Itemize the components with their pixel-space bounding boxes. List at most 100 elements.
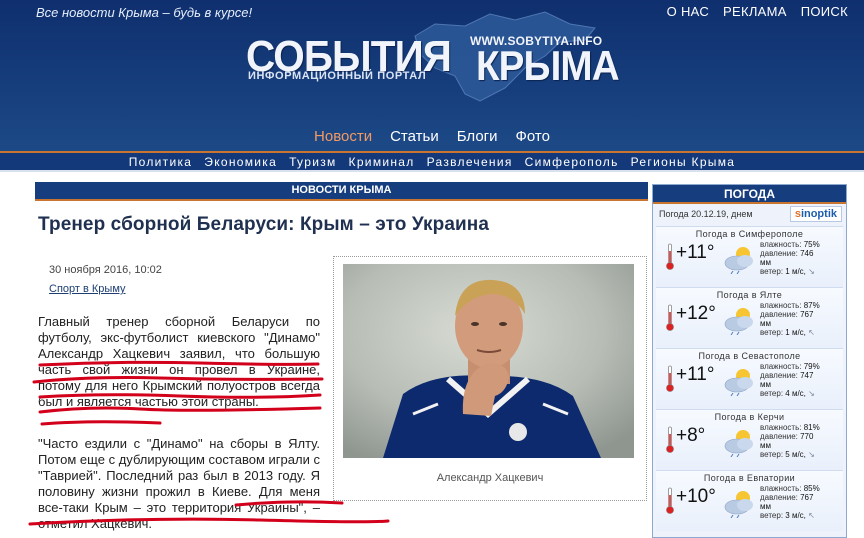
wind-direction-icon: ↖ — [808, 328, 815, 337]
category-regions[interactable]: Регионы Крыма — [631, 155, 736, 169]
main-nav-blogs[interactable]: Блоги — [457, 128, 498, 152]
pressure-value: 770 — [800, 432, 814, 441]
pressure-unit: мм — [760, 319, 771, 328]
pressure-value: 747 — [800, 371, 814, 380]
weather-temperature: +12° — [676, 303, 716, 324]
pressure-label: давление: — [760, 310, 798, 319]
weather-date: Погода 20.12.19, днем sinoptik — [653, 204, 846, 226]
article-paragraph-1: Главный тренер сборной Беларуси по футбо… — [38, 314, 320, 409]
weather-temperature: +10° — [676, 486, 716, 507]
category-nav: Политика Экономика Туризм Криминал Развл… — [0, 153, 864, 170]
weather-temperature: +11° — [676, 364, 715, 385]
wind-value: 1 м/с, — [785, 328, 806, 337]
cloudy-sun-icon — [724, 369, 753, 396]
weather-temperature: +8° — [676, 425, 706, 446]
weather-city-card[interactable]: Погода в Севастополе +11° влажность: 79%… — [656, 348, 843, 409]
weather-city-name: Погода в Ялте — [716, 290, 783, 300]
logo-subtitle: ИНФОРМАЦИОННЫЙ ПОРТАЛ — [248, 70, 427, 82]
weather-city-name: Погода в Севастополе — [698, 351, 801, 361]
wind-direction-icon: ↘ — [808, 267, 815, 276]
site-slogan: Все новости Крыма – будь в курсе! — [36, 5, 253, 20]
pressure-label: давление: — [760, 432, 798, 441]
thermometer-icon — [666, 426, 674, 453]
weather-city-name: Погода в Керчи — [714, 412, 785, 422]
humidity-value: 81% — [803, 423, 820, 432]
thermometer-icon — [666, 243, 674, 270]
pressure-value: 746 — [800, 249, 814, 258]
cloudy-sun-icon — [724, 430, 753, 457]
weather-details: влажность: 81% давление: 770 мм ветер: 5… — [760, 423, 820, 459]
thermometer-icon — [666, 304, 674, 331]
category-crime[interactable]: Криминал — [349, 155, 415, 169]
wind-direction-icon: ↘ — [808, 450, 815, 459]
weather-date-text: Погода 20.12.19, днем — [659, 209, 753, 219]
category-economy[interactable]: Экономика — [204, 155, 277, 169]
cloudy-sun-icon — [724, 491, 753, 518]
section-title[interactable]: НОВОСТИ КРЫМА — [35, 182, 648, 201]
article-photo[interactable] — [343, 264, 634, 458]
cloudy-sun-icon — [724, 308, 753, 335]
humidity-label: влажность: — [760, 301, 802, 310]
wind-value: 3 м/с, — [785, 511, 806, 520]
weather-details: влажность: 75% давление: 746 мм ветер: 1… — [760, 240, 820, 276]
weather-widget: ПОГОДА Погода 20.12.19, днем sinoptik По… — [652, 184, 847, 538]
pressure-value: 767 — [800, 493, 814, 502]
weather-city-name: Погода в Евпатории — [703, 473, 796, 483]
site-header: Все новости Крыма – будь в курсе! О НАС … — [0, 0, 864, 153]
thermometer-icon — [666, 365, 674, 392]
main-nav-photo[interactable]: Фото — [516, 128, 550, 152]
weather-details: влажность: 79% давление: 747 мм ветер: 4… — [760, 362, 820, 398]
weather-city-card[interactable]: Погода в Ялте +12° влажность: 87% давлен… — [656, 287, 843, 348]
category-tourism[interactable]: Туризм — [289, 155, 336, 169]
pressure-unit: мм — [760, 380, 771, 389]
humidity-label: влажность: — [760, 240, 802, 249]
humidity-label: влажность: — [760, 362, 802, 371]
top-links: О НАС РЕКЛАМА ПОИСК — [667, 4, 848, 19]
weather-title: ПОГОДА — [653, 185, 846, 204]
weather-details: влажность: 87% давление: 767 мм ветер: 1… — [760, 301, 820, 337]
article-category-link[interactable]: Спорт в Крыму — [49, 283, 126, 295]
photo-caption: Александр Хацкевич — [436, 472, 544, 484]
pressure-value: 767 — [800, 310, 814, 319]
wind-value: 4 м/с, — [785, 389, 806, 398]
thermometer-icon — [666, 487, 674, 514]
top-link-advertising[interactable]: РЕКЛАМА — [723, 4, 787, 19]
category-entertainment[interactable]: Развлечения — [427, 155, 513, 169]
article-title: Тренер сборной Беларуси: Крым – это Укра… — [38, 214, 490, 235]
weather-city-card[interactable]: Погода в Симферополе +11° влажность: 75%… — [656, 226, 843, 287]
pressure-label: давление: — [760, 249, 798, 258]
pressure-label: давление: — [760, 371, 798, 380]
category-nav-border — [0, 170, 864, 172]
humidity-value: 87% — [803, 301, 820, 310]
pressure-unit: мм — [760, 258, 771, 267]
weather-temperature: +11° — [676, 242, 715, 263]
main-nav-articles[interactable]: Статьи — [390, 128, 439, 152]
weather-city-name: Погода в Симферополе — [695, 229, 804, 239]
wind-label: ветер: — [760, 450, 784, 459]
humidity-value: 85% — [803, 484, 820, 493]
article-date: 30 ноября 2016, 10:02 — [49, 264, 162, 276]
wind-label: ветер: — [760, 328, 784, 337]
wind-direction-icon: ↖ — [808, 511, 815, 520]
wind-value: 1 м/с, — [785, 267, 806, 276]
weather-city-card[interactable]: Погода в Евпатории +10° влажность: 85% д… — [656, 470, 843, 531]
main-nav: Новости Статьи Блоги Фото — [0, 128, 864, 152]
wind-direction-icon: ↘ — [808, 389, 815, 398]
humidity-label: влажность: — [760, 484, 802, 493]
sinoptik-logo[interactable]: sinoptik — [789, 206, 842, 222]
weather-city-card[interactable]: Погода в Керчи +8° влажность: 81% давлен… — [656, 409, 843, 470]
top-link-about[interactable]: О НАС — [667, 4, 709, 19]
pressure-label: давление: — [760, 493, 798, 502]
main-nav-news[interactable]: Новости — [314, 128, 372, 152]
logo-word-crimea: КРЫМА — [476, 42, 620, 89]
pressure-unit: мм — [760, 502, 771, 511]
pressure-unit: мм — [760, 441, 771, 450]
article-paragraph-2: "Часто ездили с "Динамо" на сборы в Ялту… — [38, 436, 320, 531]
wind-label: ветер: — [760, 511, 784, 520]
wind-value: 5 м/с, — [785, 450, 806, 459]
cloudy-sun-icon — [724, 247, 753, 274]
category-politics[interactable]: Политика — [129, 155, 193, 169]
weather-details: влажность: 85% давление: 767 мм ветер: 3… — [760, 484, 820, 520]
top-link-search[interactable]: ПОИСК — [801, 4, 848, 19]
category-simferopol[interactable]: Симферополь — [525, 155, 619, 169]
